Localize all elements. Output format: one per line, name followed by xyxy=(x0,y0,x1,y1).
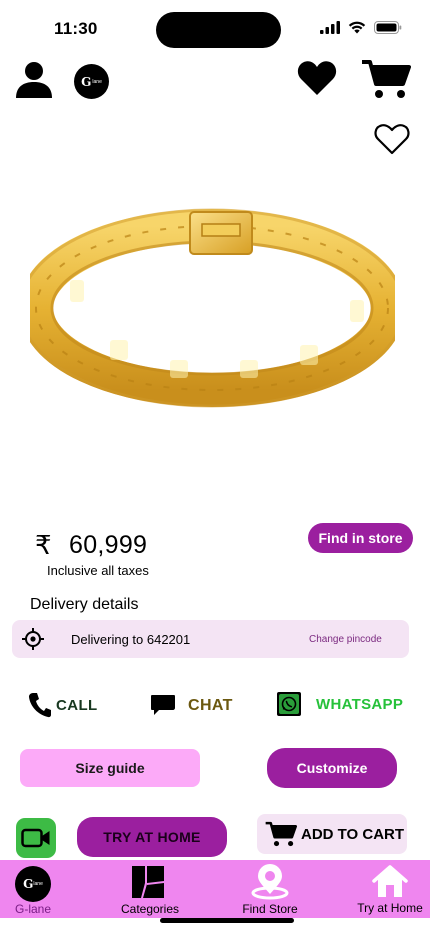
nav-item-categories[interactable]: Categories xyxy=(110,860,190,918)
video-call-button[interactable] xyxy=(16,818,56,858)
categories-icon xyxy=(132,866,164,898)
nav-label-find-store: Find Store xyxy=(242,902,298,916)
video-camera-icon xyxy=(21,828,50,848)
customize-button[interactable]: Customize xyxy=(267,748,397,788)
dynamic-island xyxy=(156,12,281,48)
home-icon xyxy=(372,865,408,897)
product-price: 60,999 xyxy=(69,531,148,559)
battery-icon xyxy=(374,21,402,34)
store-location-icon xyxy=(251,864,289,900)
glane-logo-icon: Glane xyxy=(15,866,51,902)
location-target-icon xyxy=(22,628,44,650)
nav-item-glane[interactable]: Glane G-lane xyxy=(0,860,66,918)
favorites-heart-icon[interactable] xyxy=(297,60,337,96)
home-indicator xyxy=(160,918,294,923)
tax-note: Inclusive all taxes xyxy=(47,563,149,578)
signal-icon xyxy=(320,21,340,34)
chat-button[interactable]: CHAT xyxy=(188,697,233,715)
delivery-pincode-text: Delivering to 642201 xyxy=(71,632,191,647)
wishlist-heart-icon[interactable] xyxy=(374,123,410,155)
add-to-cart-label: ADD TO CART xyxy=(301,825,405,843)
whatsapp-icon[interactable] xyxy=(277,692,301,716)
chat-bubble-icon[interactable] xyxy=(150,694,176,716)
try-at-home-button[interactable]: TRY AT HOME xyxy=(77,817,227,857)
brand-logo[interactable]: Glane xyxy=(74,64,109,99)
status-icons xyxy=(320,21,402,34)
status-time: 11:30 xyxy=(54,19,98,38)
phone-icon[interactable] xyxy=(28,692,52,718)
cart-icon[interactable] xyxy=(361,58,411,100)
call-button[interactable]: CALL xyxy=(56,697,98,714)
find-in-store-button[interactable]: Find in store xyxy=(308,523,413,553)
product-bracelet-image xyxy=(30,208,395,408)
logo-sub: lane xyxy=(92,78,102,85)
nav-label-glane: G-lane xyxy=(14,902,52,916)
wifi-icon xyxy=(348,21,366,34)
currency-symbol: ₹ xyxy=(35,530,52,560)
size-guide-button[interactable]: Size guide xyxy=(20,749,200,787)
delivery-title: Delivery details xyxy=(30,596,139,613)
nav-label-categories: Categories xyxy=(120,902,180,916)
change-pincode-link[interactable]: Change pincode xyxy=(309,634,382,645)
bottom-nav: Glane G-lane Categories Find Store Try a… xyxy=(0,860,430,918)
nav-item-try-at-home[interactable]: Try at Home xyxy=(350,860,430,918)
nav-item-find-store[interactable]: Find Store xyxy=(232,860,308,918)
profile-icon[interactable] xyxy=(14,60,54,100)
whatsapp-button[interactable]: WHATSAPP xyxy=(316,696,403,713)
add-to-cart-button[interactable]: ADD TO CART xyxy=(257,814,407,854)
cart-icon xyxy=(265,821,297,847)
nav-label-try-at-home: Try at Home xyxy=(357,901,423,915)
logo-letter: G xyxy=(81,74,92,89)
